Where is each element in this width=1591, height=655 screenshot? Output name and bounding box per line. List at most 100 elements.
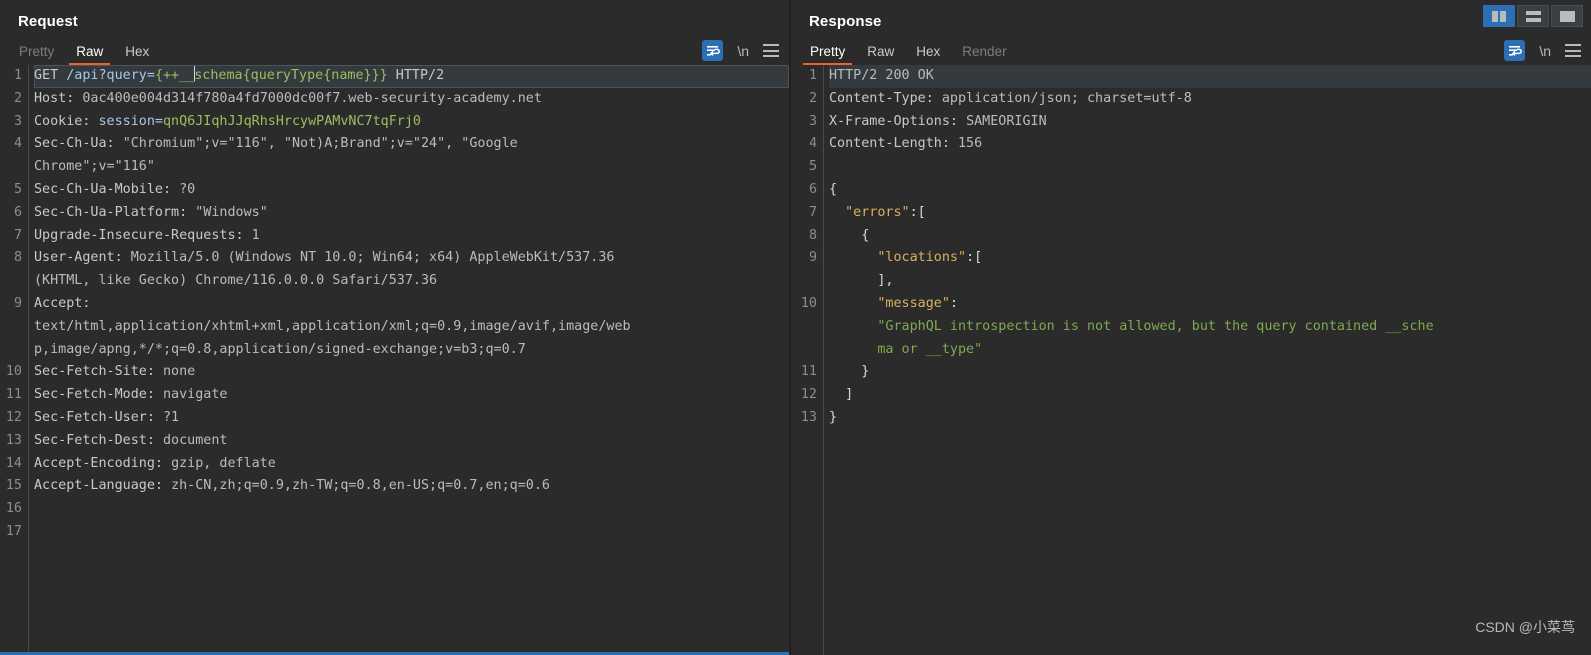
code-token: "message" [877,295,950,311]
tab-request-hex[interactable]: Hex [114,41,160,65]
code-token: Sec-Ch-Ua-Mobile: [34,181,180,197]
code-line[interactable]: ], [829,270,1591,293]
request-title: Request [18,13,78,30]
code-token: Cookie: [34,113,99,129]
code-token: Upgrade-Insecure-Requests: [34,227,252,243]
code-line[interactable]: Accept: [34,293,789,316]
newline-toggle[interactable]: \n [737,43,749,59]
line-number: 7 [808,204,817,220]
code-line[interactable]: User-Agent: Mozilla/5.0 (Windows NT 10.0… [34,247,789,270]
code-line[interactable]: Content-Type: application/json; charset=… [829,88,1591,111]
line-number: 10 [800,295,817,311]
line-number: 11 [800,364,817,380]
code-token: navigate [163,387,228,403]
code-line[interactable]: X-Frame-Options: SAMEORIGIN [829,111,1591,134]
tab-response-pretty[interactable]: Pretty [799,41,856,65]
tab-response-render[interactable]: Render [951,41,1017,65]
code-token: Sec-Ch-Ua: [34,136,123,152]
stacked-layout-button[interactable] [1517,5,1549,27]
code-line[interactable]: GET /api?query={++__schema{queryType{nam… [34,65,789,88]
code-line[interactable]: Sec-Fetch-User: ?1 [34,407,789,430]
code-line[interactable]: Sec-Fetch-Mode: navigate [34,384,789,407]
line-number: . [0,156,22,179]
line-number: 2 [808,90,817,106]
code-line[interactable]: HTTP/2 200 OK [829,65,1591,88]
code-line[interactable]: (KHTML, like Gecko) Chrome/116.0.0.0 Saf… [34,270,789,293]
line-number: 4 [808,136,817,152]
code-token: document [163,432,228,448]
code-line[interactable] [829,156,1591,179]
code-line[interactable]: p,image/apng,*/*;q=0.8,application/signe… [34,339,789,362]
tab-response-raw[interactable]: Raw [856,41,905,65]
newline-toggle[interactable]: \n [1539,43,1551,59]
request-tabbar: Pretty Raw Hex \n [0,35,789,65]
code-line[interactable]: Upgrade-Insecure-Requests: 1 [34,225,789,248]
code-token: ?1 [163,409,180,425]
tab-request-pretty[interactable]: Pretty [8,41,65,65]
line-number: . [791,270,817,293]
code-line[interactable]: Sec-Fetch-Dest: document [34,430,789,453]
hamburger-menu-icon[interactable] [763,44,779,57]
code-token: { [829,227,870,243]
line-number: 16 [5,501,22,517]
request-editor[interactable]: 1234.5678.9..1011121314151617 GET /api?q… [0,65,789,655]
code-token: session= [98,113,164,129]
code-token: Chrome";v="116" [34,159,155,175]
code-line[interactable]: { [829,225,1591,248]
code-line[interactable]: Sec-Ch-Ua: "Chromium";v="116", "Not)A;Br… [34,133,789,156]
code-line[interactable] [34,521,789,544]
code-line[interactable] [34,498,789,521]
response-code[interactable]: HTTP/2 200 OK Content-Type: application/j… [824,65,1591,655]
line-number: 1 [13,68,22,83]
code-token: { [829,181,838,197]
code-line[interactable]: ma or __type" [829,339,1591,362]
response-editor[interactable]: 123456789.10..111213 HTTP/2 200 OKConten… [791,65,1591,655]
code-token: application/json; charset=utf-8 [941,90,1192,106]
request-code[interactable]: GET /api?query={++__schema{queryType{nam… [29,65,789,655]
code-line[interactable]: { [829,179,1591,202]
code-token: 1 [251,227,260,243]
code-token: zh-CN,zh;q=0.9,zh-TW;q=0.8,en-US;q=0.7,e… [171,478,550,494]
code-line[interactable]: "GraphQL introspection is not allowed, b… [829,316,1591,339]
tab-request-raw[interactable]: Raw [65,41,114,65]
line-number: 13 [800,409,817,425]
code-token: HTTP/2 200 OK [829,68,934,83]
code-line[interactable]: Sec-Ch-Ua-Mobile: ?0 [34,179,789,202]
code-token: : [949,295,958,311]
line-number: 12 [5,409,22,425]
word-wrap-icon[interactable] [702,40,724,61]
code-line[interactable]: } [829,407,1591,430]
code-token: Sec-Fetch-Dest: [34,432,163,448]
code-line[interactable]: "message": [829,293,1591,316]
single-pane-layout-button[interactable] [1551,5,1583,27]
request-pane: Request Pretty Raw Hex \n 1 2 3 4 5 6 7 … [0,0,789,655]
word-wrap-icon[interactable] [1504,40,1526,61]
code-line[interactable]: Accept-Encoding: gzip, deflate [34,453,789,476]
code-token: 0ac400e004d314f780a4fd7000dc00f7.web-sec… [82,90,542,106]
side-by-side-layout-button[interactable] [1483,5,1515,27]
code-line[interactable]: } [829,361,1591,384]
code-line[interactable]: Host: 0ac400e004d314f780a4fd7000dc00f7.w… [34,88,789,111]
code-line[interactable]: Cookie: session=qnQ6JIqhJJqRhsHrcywPAMvN… [34,111,789,134]
code-line[interactable]: Content-Length: 156 [829,133,1591,156]
request-line-numbers: 1234.5678.9..1011121314151617 [0,65,29,655]
split-columns-icon [1492,10,1506,22]
line-number: 8 [13,250,22,266]
code-line[interactable]: Chrome";v="116" [34,156,789,179]
line-number: . [0,270,22,293]
code-line[interactable]: Accept-Language: zh-CN,zh;q=0.9,zh-TW;q=… [34,475,789,498]
line-number: 17 [5,523,22,539]
code-line[interactable]: ] [829,384,1591,407]
code-line[interactable]: "locations":[ [829,247,1591,270]
response-pane: Response Pretty Raw Hex Render \n 1 2 3 … [791,0,1591,655]
code-line[interactable]: Sec-Ch-Ua-Platform: "Windows" [34,202,789,225]
code-line[interactable]: text/html,application/xhtml+xml,applicat… [34,316,789,339]
code-token: Accept: [34,295,91,311]
code-line[interactable]: Sec-Fetch-Site: none [34,361,789,384]
tab-response-hex[interactable]: Hex [905,41,951,65]
hamburger-menu-icon[interactable] [1565,44,1581,57]
code-line[interactable]: "errors":[ [829,202,1591,225]
code-token: "Windows" [195,204,268,220]
code-token: Accept-Language: [34,478,172,494]
